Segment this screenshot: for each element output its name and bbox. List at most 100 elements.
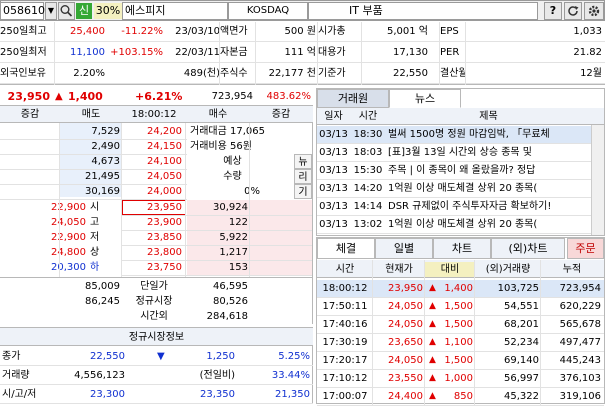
tab-trades-3[interactable]: (외)차트 [491,238,565,259]
ask-price[interactable]: 24,100 [122,154,182,169]
ref-label: 상 [90,247,100,258]
ask-qty: 7,529 [91,126,120,137]
info-cell-r2c4: 주식수 [220,68,248,79]
settings-button[interactable] [584,2,604,20]
margin-rate: 30% [94,3,122,19]
news-cell: 13:02 [353,219,383,230]
news-scrollbar[interactable] [591,125,604,235]
info-cell-r1c7: 17,130 [393,47,428,58]
sector-label: IT 부품 [308,2,538,20]
info-cell-r1c5: 111 억 [284,47,316,58]
tab-trades-4[interactable]: 주문 [567,238,604,259]
tab-trades-0[interactable]: 체결 [317,238,375,259]
trade-header: 누적 [562,264,582,275]
stock-name: 에스피지 [122,2,228,20]
bid-price[interactable]: 23,800 [122,245,182,260]
info-cell-r1c1: 11,100 [70,47,105,58]
regular-value-1: 23,300 [90,389,125,400]
tab-trades-1[interactable]: 일별 [375,238,433,259]
side-tab-0[interactable]: 뉴 [294,154,312,169]
trade-change: 850 [453,391,473,402]
news-header: 일자 [324,111,343,122]
info-cell-r2c1: 2.20% [73,68,105,79]
info-row-divider [0,62,605,63]
info-cell-r1c3: 22/03/11 [175,47,220,58]
info-cell-r2c7: 22,550 [393,68,428,79]
info-cell-r1c6: 대용가 [318,47,346,58]
info-cell-r1c8: PER [440,47,460,58]
news-cell: 벌써 1500명 정원 마감임박, 「무료체 [388,129,550,140]
trade-cumulative: 497,477 [559,337,601,348]
ask-price[interactable]: 24,000 [122,184,182,199]
trade-header: 현재가 [385,264,413,275]
up-arrow-icon: ▲ [429,373,436,383]
info-column-divider [361,22,362,85]
orderbook-header: 18:00:12 [131,109,177,120]
bid-qty: 122 [228,217,248,228]
down-arrow-icon: ▼ [157,351,165,362]
ask-price[interactable]: 24,150 [122,139,182,154]
trade-price: 23,950 [388,283,423,294]
bid-qty: 30,924 [213,202,248,213]
bid-price[interactable]: 23,950 [122,200,182,215]
trade-price: 23,650 [388,337,423,348]
tab-brokers[interactable]: 거래원 [317,89,389,108]
stock-code-input[interactable]: 058610 [0,2,45,20]
search-button[interactable] [58,2,75,20]
news-header: 시간 [358,111,378,122]
refresh-button[interactable] [564,2,582,20]
trade-header: 시간 [335,264,355,275]
ref-price: 20,300 [51,262,86,273]
bid-total: 46,595 [213,281,248,292]
ask-price[interactable]: 24,050 [122,169,182,184]
info-cell-r2c3: 489(천) [183,68,220,79]
code-dropdown-button[interactable]: ▼ [45,2,57,20]
trade-header: (외)거래량 [485,264,531,275]
info-cell-r0c8: EPS [440,26,459,37]
side-tab-1[interactable]: 리 [294,169,312,184]
price-summary-bar: 23,950 ▲ 1,400 +6.21% 723,954 483.62% [0,88,313,106]
trade-cumulative: 620,229 [559,301,601,312]
news-cell: [표]3월 13일 시간외 상승 종목 및 [388,147,532,158]
orderbook-header: 매도 [81,109,101,120]
side-tab-2[interactable]: 기 [294,184,312,199]
trade-cumulative: 376,103 [559,373,601,384]
trade-cumulative: 565,678 [559,319,601,330]
volume-pct: 483.62% [266,91,312,102]
bid-price[interactable]: 23,900 [122,215,182,230]
up-arrow-icon: ▲ [429,301,436,311]
row-divider [317,351,604,352]
bid-price[interactable]: 23,750 [122,260,182,275]
help-button[interactable]: ? [544,2,562,20]
tab-trades-2[interactable]: 차트 [433,238,491,259]
tab-news[interactable]: 뉴스 [389,89,461,108]
trade-volume: 56,997 [504,373,539,384]
up-arrow-icon: ▲ [429,337,436,347]
news-cell: 1억원 이상 매도체결 상위 20 종목( [388,183,538,194]
market-badge: 신 [76,3,92,19]
search-icon [60,5,73,17]
news-cell: 1억원 이상 매도체결 상위 20 종목( [388,219,538,230]
price-change: 1,400 [68,90,103,103]
regular-value-2: 23,350 [200,389,235,400]
row-divider [317,233,591,234]
column-divider [59,123,60,277]
ref-price: 22,900 [51,202,86,213]
ask-total: 85,009 [85,281,120,292]
row-divider [317,297,604,298]
trade-time: 18:00:12 [322,283,368,294]
info-cell-r2c9: 12월 [580,68,602,79]
price-up-arrow: ▲ [55,91,63,102]
bid-price[interactable]: 23,850 [122,230,182,245]
info-column-divider [317,22,318,85]
info-cell-r1c0: 250일최저 [0,47,47,58]
ask-qty: 2,490 [91,141,120,152]
trade-change: 1,500 [444,319,473,330]
total-volume: 723,954 [211,91,253,102]
ask-price[interactable]: 24,200 [122,124,182,139]
trade-header: 대비 [425,262,475,277]
news-panel: 거래원 뉴스 일자 시간 제목 03/13 18:30 벌써 1500명 정원 마감임박… [316,88,605,236]
regular-value-2: 1,250 [206,351,235,362]
trade-volume: 54,551 [504,301,539,312]
ref-label: 고 [90,217,100,228]
